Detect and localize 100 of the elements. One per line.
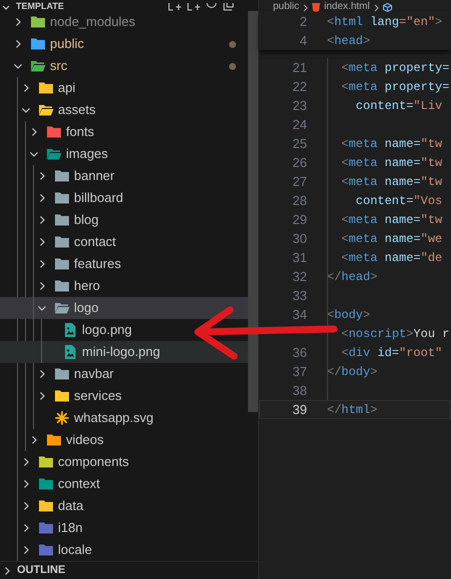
new-folder-icon[interactable] <box>187 3 200 11</box>
folder-row[interactable]: context <box>0 473 248 495</box>
code-line: <div id="root" <box>340 344 442 362</box>
code-line: </html> <box>327 402 378 418</box>
folder-row[interactable]: services <box>0 385 248 407</box>
folder-row[interactable]: billboard <box>0 187 248 209</box>
chevron-icon <box>37 171 47 181</box>
folder-row[interactable]: assets <box>0 99 248 121</box>
chevron-icon <box>37 369 47 379</box>
code-line: </body> <box>327 364 378 380</box>
code-line: <head> <box>327 32 370 50</box>
breadcrumb-item[interactable]: public <box>273 1 300 12</box>
item-label: logo.png <box>82 321 132 340</box>
chevron-icon <box>21 83 31 93</box>
chevron-icon <box>37 281 47 291</box>
chevron-icon <box>21 545 31 555</box>
item-label: public <box>50 35 84 54</box>
item-label: api <box>58 79 76 98</box>
code-line: <meta name="tw <box>340 154 442 172</box>
folder-row[interactable]: features <box>0 253 248 275</box>
chevron-icon <box>2 566 12 576</box>
chevron-icon <box>374 4 379 12</box>
line-number: 23 <box>292 96 307 115</box>
code-line: <meta property= <box>340 60 450 76</box>
chevron-icon <box>13 61 23 71</box>
item-label: images <box>66 145 108 164</box>
line-number: 24 <box>292 116 307 134</box>
chevron-icon <box>29 127 39 137</box>
item-label: contact <box>74 233 116 252</box>
refresh-icon[interactable] <box>206 3 217 11</box>
folder-row[interactable]: navbar <box>0 363 248 385</box>
folder-row[interactable]: banner <box>0 165 248 187</box>
line-number: 39 <box>292 400 307 419</box>
folder-row[interactable]: hero <box>0 275 248 297</box>
folder-row[interactable]: node_modules <box>0 11 248 33</box>
item-label: locale <box>58 541 92 560</box>
code-line: <meta property= <box>340 78 450 96</box>
code-line: <meta name="tw <box>340 136 442 152</box>
code-line: <body> <box>327 306 370 324</box>
item-label: whatsapp.svg <box>74 409 154 428</box>
line-number: 33 <box>292 286 307 305</box>
html-file-icon <box>312 3 320 12</box>
chevron-icon <box>21 479 31 489</box>
code-line: </head> <box>327 268 378 286</box>
collapse-icon[interactable] <box>223 3 234 11</box>
item-label: navbar <box>74 365 114 384</box>
chevron-icon <box>37 259 47 269</box>
chevron-icon <box>37 391 47 401</box>
folder-row[interactable]: api <box>0 77 248 99</box>
item-label: assets <box>58 101 96 120</box>
line-number: 38 <box>292 382 307 400</box>
folder-row[interactable]: locale <box>0 539 248 561</box>
item-label: context <box>58 475 100 494</box>
folder-row[interactable]: data <box>0 495 248 517</box>
file-row[interactable]: whatsapp.svg <box>0 407 248 429</box>
line-number: 29 <box>292 210 307 229</box>
chevron-icon <box>37 193 47 203</box>
chevron-icon <box>29 149 39 159</box>
file-row[interactable]: logo.png <box>0 319 248 341</box>
item-label: services <box>74 387 122 406</box>
item-label: fonts <box>66 123 94 142</box>
chevron-icon <box>37 237 47 247</box>
line-number: 31 <box>292 248 307 267</box>
folder-row[interactable]: i18n <box>0 517 248 539</box>
folder-row[interactable]: public <box>0 33 248 55</box>
scrollbar-thumb[interactable] <box>248 11 258 412</box>
folder-row[interactable]: fonts <box>0 121 248 143</box>
chevron-icon <box>37 303 47 313</box>
item-label: hero <box>74 277 100 296</box>
item-label: banner <box>74 167 114 186</box>
chevron-icon <box>37 215 47 225</box>
item-label: blog <box>74 211 99 230</box>
code-line: <html lang="en"> <box>327 14 442 30</box>
breadcrumb-item[interactable]: index.html <box>324 1 370 12</box>
new-file-icon[interactable] <box>168 3 181 11</box>
line-number: 21 <box>292 58 307 77</box>
chevron-icon <box>21 457 31 467</box>
line-number: 37 <box>292 362 307 381</box>
code-line: content="Liv <box>354 98 442 114</box>
line-number: 36 <box>292 344 307 362</box>
chevron-icon <box>29 435 39 445</box>
file-row[interactable]: mini-logo.png <box>0 341 248 363</box>
folder-row[interactable]: images <box>0 143 248 165</box>
cube-icon <box>382 3 392 12</box>
chevron-icon <box>303 4 308 12</box>
chevron-icon <box>21 501 31 511</box>
line-number: 4 <box>300 32 307 50</box>
item-label: videos <box>66 431 104 450</box>
folder-row[interactable]: videos <box>0 429 248 451</box>
item-label: billboard <box>74 189 124 208</box>
code-line: <meta name="tw <box>340 212 442 228</box>
line-number: 32 <box>292 268 307 286</box>
folder-row[interactable]: blog <box>0 209 248 231</box>
line-number: 28 <box>292 192 307 210</box>
folder-row[interactable]: logo <box>0 297 248 319</box>
item-label: features <box>74 255 121 274</box>
line-number: 25 <box>292 134 307 153</box>
folder-row[interactable]: components <box>0 451 248 473</box>
folder-row[interactable]: contact <box>0 231 248 253</box>
folder-row[interactable]: src <box>0 55 248 77</box>
